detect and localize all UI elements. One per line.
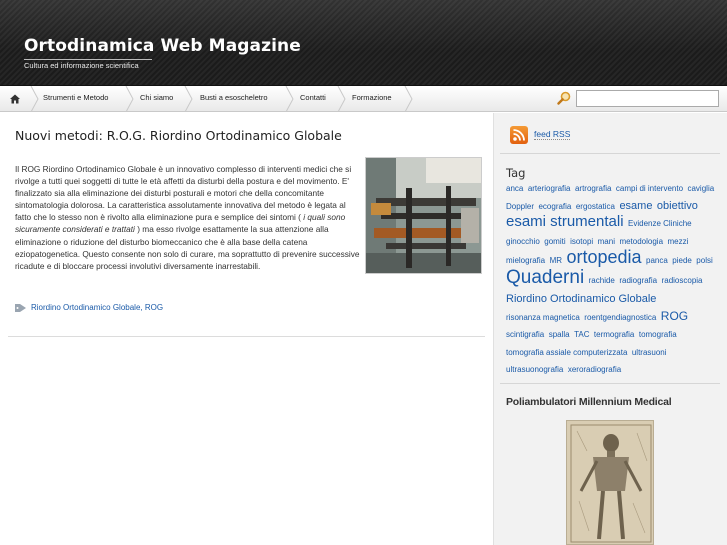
nav-separator [30,86,39,112]
tag-link[interactable]: risonanza magnetica [506,313,580,322]
tag-link[interactable]: ortopedia [567,247,642,267]
post-body-text-1: Il ROG Riordino Ortodinamico Globale è u… [15,164,352,223]
tag-link[interactable]: Riordino Ortodinamico Globale [506,293,656,305]
post-body: Il ROG Riordino Ortodinamico Globale è u… [15,163,363,272]
tag-link[interactable]: esami strumentali [506,213,624,230]
tag-link[interactable]: anca [506,184,523,193]
tag-link[interactable]: termografia [594,330,634,339]
tag-link[interactable]: scintigrafia [506,330,544,339]
tag-link[interactable]: gomiti [544,237,565,246]
tag-link[interactable]: ergostatica [576,202,615,211]
tag-cloud: anca arteriografia artrografia campi di … [506,178,716,377]
tag-link[interactable]: rachide [589,276,615,285]
nav-item-formazione[interactable]: Formazione [352,86,392,112]
site-header: Ortodinamica Web Magazine Cultura ed inf… [0,0,727,86]
tag-icon [15,304,26,312]
rss-link[interactable]: feed RSS [534,129,571,140]
tag-link[interactable]: metodologia [619,237,663,246]
tag-link[interactable]: TAC [574,330,589,339]
home-icon [10,94,20,104]
tag-link[interactable]: ginocchio [506,237,540,246]
rss-icon[interactable] [510,126,528,144]
widget-title: Poliambulatori Millennium Medical [506,396,672,408]
post-title[interactable]: Nuovi metodi: R.O.G. Riordino Ortodinami… [15,128,342,143]
post-tags: Riordino Ortodinamico Globale, ROG [15,303,163,313]
site-tagline: Cultura ed informazione scientifica [24,59,152,70]
magnifier-icon[interactable] [557,91,571,105]
tag-link[interactable]: mielografia [506,256,545,265]
tag-link[interactable]: radiografia [619,276,657,285]
tag-link[interactable]: ultrasuoni [632,348,667,357]
nav-separator [404,86,413,112]
tag-link[interactable]: tomografia assiale computerizzata [506,348,627,357]
tag-link[interactable]: ecografia [538,202,571,211]
nav-separator [285,86,294,112]
nav-item-contatti[interactable]: Contatti [300,86,326,112]
tag-link[interactable]: tomografia [639,330,677,339]
tag-link[interactable]: xeroradiografia [568,365,621,375]
tag-link[interactable]: esame [619,200,652,212]
search-input[interactable] [576,90,719,107]
nav-item-busti[interactable]: Busti a esoscheletro [200,86,268,112]
nav-item-strumenti[interactable]: Strumenti e Metodo [43,86,108,112]
therapy-equipment-photo [366,158,481,273]
nav-item-chi-siamo[interactable]: Chi siamo [140,86,173,112]
post-image[interactable] [365,157,482,274]
tag-link[interactable]: caviglia [687,184,714,193]
tag-link[interactable]: campi di intervento [616,184,683,193]
site-title[interactable]: Ortodinamica Web Magazine [24,36,301,56]
tag-link[interactable]: radioscopia [662,276,703,285]
tag-link[interactable]: roentgendiagnostica [584,313,656,322]
tag-link[interactable]: spalla [549,330,570,339]
tag-link[interactable]: panca [646,256,668,265]
tag-link[interactable]: Doppler [506,202,534,211]
nav-separator [184,86,193,112]
post-divider [8,336,485,337]
tag-link[interactable]: MR [550,256,562,265]
post-tags-links[interactable]: Riordino Ortodinamico Globale, ROG [31,303,163,312]
tag-link[interactable]: Evidenze Cliniche [628,219,692,228]
sidebar-divider [500,383,720,384]
tag-link[interactable]: arteriografia [528,184,571,193]
tag-link[interactable]: ROG [661,309,688,323]
tag-link[interactable]: artrografia [575,184,611,193]
tag-link[interactable]: mezzi [667,237,688,246]
anatomy-engraving [567,421,653,544]
tag-link[interactable]: ultrasuonografia [506,365,563,375]
tag-link[interactable]: obiettivo [657,200,698,212]
widget-image[interactable] [566,420,654,545]
tag-link[interactable]: isotopi [570,237,593,246]
nav-separator [125,86,134,112]
tag-link[interactable]: mani [598,237,615,246]
nav-separator [337,86,346,112]
tag-link[interactable]: piede [672,256,692,265]
tag-link[interactable]: Quaderni [506,267,584,288]
sidebar-divider [500,153,720,154]
tag-link[interactable]: polsi [696,256,712,265]
nav-home[interactable] [0,86,30,112]
